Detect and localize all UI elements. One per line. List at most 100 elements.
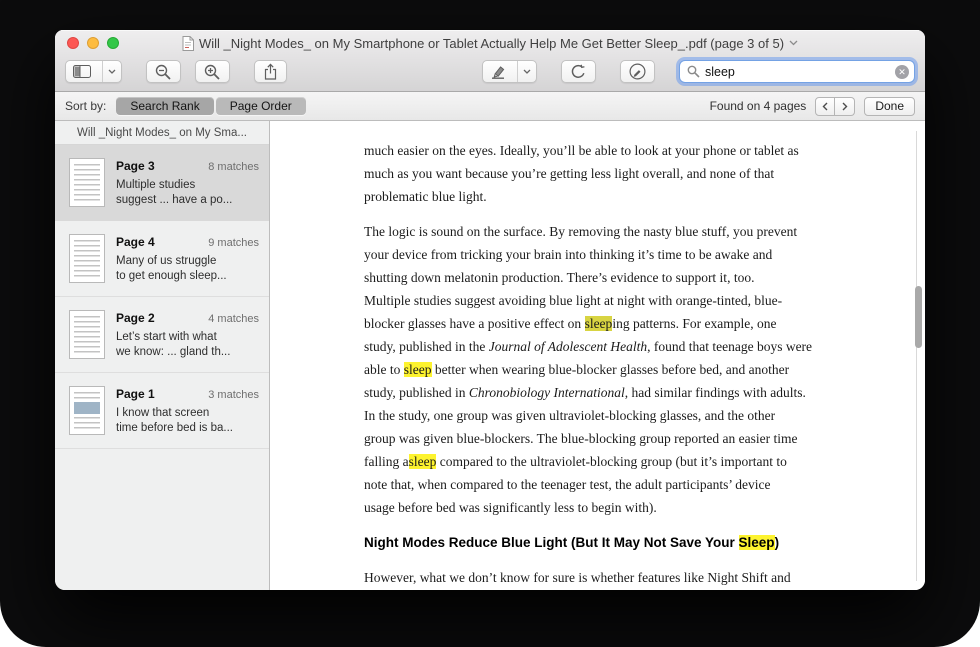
- result-match-count: 4 matches: [208, 313, 259, 325]
- doc-line: The logic is sound on the surface. By re…: [364, 224, 798, 239]
- window-title: Will _Night Modes_ on My Smartphone or T…: [198, 35, 785, 51]
- result-page-label: Page 3: [116, 159, 155, 173]
- chevron-right-icon: [842, 102, 848, 110]
- result-page-label: Page 4: [116, 235, 155, 249]
- result-page-label: Page 2: [116, 311, 155, 325]
- zoom-in-button[interactable]: [195, 60, 230, 83]
- search-result-item[interactable]: Page 1 3 matches I know that screen time …: [55, 373, 269, 449]
- result-snippet: Many of us struggle to get enough sleep..…: [116, 255, 227, 282]
- page-thumbnail: [69, 386, 105, 435]
- search-result-item[interactable]: Page 4 9 matches Many of us struggle to g…: [55, 221, 269, 297]
- highlighter-icon: [483, 61, 513, 82]
- doc-paragraph: The logic is sound on the surface. By re…: [364, 220, 925, 519]
- previous-match-button[interactable]: [815, 96, 836, 116]
- chevron-left-icon: [822, 102, 828, 110]
- search-result-item[interactable]: Page 2 4 matches Let’s start with what we…: [55, 297, 269, 373]
- search-match-highlight: Sleep: [738, 535, 775, 550]
- doc-line: Night Modes Reduce Blue Light (But It Ma…: [364, 535, 780, 550]
- sidebar-view-button[interactable]: [65, 60, 122, 83]
- search-result-item[interactable]: Page 3 8 matches Multiple studies suggest…: [55, 145, 269, 221]
- search-results-list: Page 3 8 matches Multiple studies suggest…: [55, 145, 269, 449]
- zoom-window-button[interactable]: [107, 37, 119, 49]
- search-match-highlight: sleep: [403, 362, 432, 377]
- scrollbar-track: [916, 131, 917, 581]
- markup-pen-icon: [629, 63, 646, 80]
- pdf-view: much easier on the eyes. Ideally, you’ll…: [270, 121, 925, 590]
- scope-search-rank-button[interactable]: Search Rank: [116, 97, 214, 115]
- doc-line: able to sleep better when wearing blue-b…: [364, 362, 790, 377]
- pdf-page-text: much easier on the eyes. Ideally, you’ll…: [270, 121, 925, 590]
- thumbnail-image: [74, 402, 100, 414]
- title-chevron-down-icon[interactable]: [789, 40, 798, 46]
- find-bar: Sort by: Search Rank Page Order Found on…: [55, 92, 925, 121]
- search-input[interactable]: [705, 64, 890, 79]
- result-page-label: Page 1: [116, 387, 155, 401]
- result-match-count: 9 matches: [208, 237, 259, 249]
- sidebar-view-icon: [66, 61, 98, 82]
- thumbnail-text-lines: [74, 240, 100, 277]
- sort-by-label: Sort by:: [65, 99, 107, 113]
- doc-line: blocker glasses have a positive effect o…: [364, 316, 777, 331]
- doc-heading: Night Modes Reduce Blue Light (But It Ma…: [364, 531, 925, 554]
- doc-line: study, published in the Journal of Adole…: [364, 339, 813, 354]
- found-summary: Found on 4 pages: [709, 99, 807, 113]
- clear-search-button[interactable]: ✕: [895, 64, 909, 79]
- zoom-out-icon: [155, 64, 171, 80]
- doc-line: However, what we don’t know for sure is …: [364, 570, 791, 585]
- scrollbar-thumb[interactable]: [915, 286, 922, 348]
- thumbnail-text-lines: [74, 316, 100, 353]
- result-match-count: 3 matches: [208, 389, 259, 401]
- desktop-background: Will _Night Modes_ on My Smartphone or T…: [0, 0, 980, 647]
- doc-line: falling asleep compared to the ultraviol…: [364, 454, 787, 469]
- pdf-document-icon[interactable]: [182, 35, 194, 51]
- doc-line: your device from tricking your brain int…: [364, 247, 773, 262]
- page-thumbnail: [69, 158, 105, 207]
- window-content: Will _Night Modes_ on My Sma... Page 3 8…: [55, 121, 925, 590]
- result-snippet: Let’s start with what we know: ... gland …: [116, 331, 231, 358]
- result-match-count: 8 matches: [208, 161, 259, 173]
- result-snippet: Multiple studies suggest ... have a po...: [116, 179, 233, 206]
- title-bar: Will _Night Modes_ on My Smartphone or T…: [55, 30, 925, 56]
- rotate-left-icon: [571, 64, 585, 78]
- search-match-highlight: sleep: [584, 316, 613, 331]
- sidebar-view-chevron-down-icon: [102, 61, 121, 82]
- doc-paragraph: However, what we don’t know for sure is …: [364, 566, 925, 590]
- doc-line: shutting down melatonin production. Ther…: [364, 270, 755, 285]
- doc-line: group was given blue-blockers. The blue-…: [364, 431, 798, 446]
- toolbar: ✕: [55, 56, 925, 91]
- doc-line: problematic blue light.: [364, 189, 487, 204]
- thumbnail-text-lines: [74, 164, 100, 201]
- search-results-sidebar: Will _Night Modes_ on My Sma... Page 3 8…: [55, 121, 270, 590]
- window-chrome: Will _Night Modes_ on My Smartphone or T…: [55, 30, 925, 92]
- result-snippet: I know that screen time before bed is ba.…: [116, 407, 233, 434]
- highlight-chevron-down-icon: [517, 61, 536, 82]
- page-thumbnail: [69, 234, 105, 283]
- close-window-button[interactable]: [67, 37, 79, 49]
- doc-paragraph: much easier on the eyes. Ideally, you’ll…: [364, 139, 925, 208]
- minimize-window-button[interactable]: [87, 37, 99, 49]
- rotate-button[interactable]: [561, 60, 596, 83]
- doc-line: note that, when compared to the teenager…: [364, 477, 771, 492]
- next-match-button[interactable]: [835, 96, 856, 116]
- doc-line: In the study, one group was given ultrav…: [364, 408, 776, 423]
- share-button[interactable]: [254, 60, 287, 83]
- done-button[interactable]: Done: [864, 96, 915, 116]
- preview-window: Will _Night Modes_ on My Smartphone or T…: [55, 30, 925, 590]
- doc-line: Multiple studies suggest avoiding blue l…: [364, 293, 783, 308]
- page-thumbnail: [69, 310, 105, 359]
- scope-page-order-button[interactable]: Page Order: [215, 97, 306, 115]
- doc-line: study, published in Chronobiology Intern…: [364, 385, 806, 400]
- share-icon: [264, 63, 277, 80]
- match-stepper: [815, 96, 856, 116]
- doc-line: much as you want because you’re getting …: [364, 166, 775, 181]
- zoom-in-icon: [204, 64, 220, 80]
- sort-scope-control: Search Rank Page Order: [116, 97, 306, 115]
- markup-toolbar-button[interactable]: [620, 60, 655, 83]
- search-match-highlight: sleep: [408, 454, 437, 469]
- search-icon: [687, 65, 700, 78]
- doc-line: Night Mode will be enough, or have the s…: [364, 589, 925, 590]
- zoom-out-button[interactable]: [146, 60, 181, 83]
- sidebar-document-title: Will _Night Modes_ on My Sma...: [55, 121, 269, 145]
- highlight-button[interactable]: [482, 60, 537, 83]
- search-field[interactable]: ✕: [679, 60, 915, 83]
